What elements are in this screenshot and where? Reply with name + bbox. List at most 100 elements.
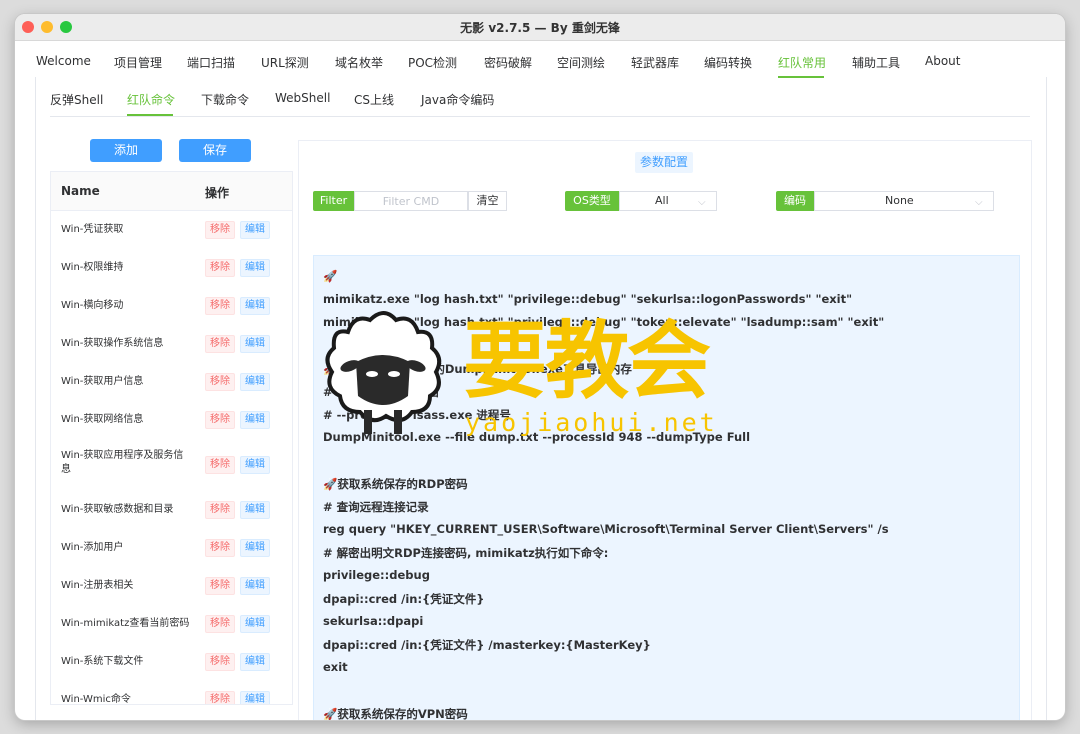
table-row[interactable]: Win-mimikatz查看当前密码 移除 编辑 xyxy=(51,605,292,644)
row-name: Win-获取应用程序及服务信息 xyxy=(61,450,184,475)
table-row[interactable]: Win-注册表相关 移除 编辑 xyxy=(51,567,292,606)
tab-about[interactable]: About xyxy=(925,54,960,68)
edit-button[interactable]: 编辑 xyxy=(240,539,270,557)
main-tabs: Welcome 项目管理 端口扫描 URL探测 域名枚举 POC检测 密码破解 … xyxy=(15,48,1065,78)
tab-aux-tools[interactable]: 辅助工具 xyxy=(852,54,900,71)
tab-welcome[interactable]: Welcome xyxy=(36,54,91,68)
command-line: privilege::debug xyxy=(323,568,430,582)
tab-space-mapping[interactable]: 空间测绘 xyxy=(557,54,605,71)
row-name: Win-权限维持 xyxy=(61,262,124,273)
row-name: Win-凭证获取 xyxy=(61,224,124,235)
remove-button[interactable]: 移除 xyxy=(205,691,235,704)
edit-button[interactable]: 编辑 xyxy=(240,411,270,429)
tab-poc-check[interactable]: POC检测 xyxy=(408,54,457,71)
table-row[interactable]: Win-获取用户信息 移除 编辑 xyxy=(51,363,292,402)
subtabs-divider xyxy=(50,116,1030,117)
row-name: Win-获取用户信息 xyxy=(61,376,144,387)
column-action: 操作 xyxy=(205,186,230,200)
edit-button[interactable]: 编辑 xyxy=(240,335,270,353)
remove-button[interactable]: 移除 xyxy=(205,577,235,595)
row-name: Win-注册表相关 xyxy=(61,580,134,591)
table-row[interactable]: Win-权限维持 移除 编辑 xyxy=(51,249,292,288)
edit-button[interactable]: 编辑 xyxy=(240,653,270,671)
remove-button[interactable]: 移除 xyxy=(205,297,235,315)
row-name: Win-横向移动 xyxy=(61,300,124,311)
table-row[interactable]: Win-横向移动 移除 编辑 xyxy=(51,287,292,326)
clear-button[interactable]: 清空 xyxy=(468,191,507,211)
remove-button[interactable]: 移除 xyxy=(205,221,235,239)
row-name: Win-mimikatz查看当前密码 xyxy=(61,618,190,629)
row-name: Win-Wmic命令 xyxy=(61,694,131,705)
tab-password-crack[interactable]: 密码破解 xyxy=(484,54,532,71)
remove-button[interactable]: 移除 xyxy=(205,615,235,633)
row-name: Win-获取敏感数据和目录 xyxy=(61,504,174,515)
os-type-select[interactable]: All ⌵ xyxy=(619,191,717,211)
param-config-button[interactable]: 参数配置 xyxy=(635,152,694,173)
remove-button[interactable]: 移除 xyxy=(205,259,235,277)
tab-port-scan[interactable]: 端口扫描 xyxy=(187,54,235,71)
edit-button[interactable]: 编辑 xyxy=(240,577,270,595)
watermark-text: 要教会 xyxy=(463,311,711,410)
command-line: # 解密出明文RDP连接密码, mimikatz执行如下命令: xyxy=(323,546,609,560)
encoding-value: None xyxy=(885,194,914,207)
table-row[interactable]: Win-获取敏感数据和目录 移除 编辑 xyxy=(51,491,292,530)
command-line: sekurlsa::dpapi xyxy=(323,614,424,628)
edit-button[interactable]: 编辑 xyxy=(240,259,270,277)
edit-button[interactable]: 编辑 xyxy=(240,501,270,519)
remove-button[interactable]: 移除 xyxy=(205,539,235,557)
command-line: # 查询远程连接记录 xyxy=(323,500,429,514)
os-type-label: OS类型 xyxy=(565,191,619,211)
edit-button[interactable]: 编辑 xyxy=(240,373,270,391)
tab-project-management[interactable]: 项目管理 xyxy=(114,54,162,71)
table-row[interactable]: Win-获取应用程序及服务信息 移除 编辑 xyxy=(51,439,292,492)
encoding-select[interactable]: None ⌵ xyxy=(814,191,994,211)
remove-button[interactable]: 移除 xyxy=(205,373,235,391)
add-button[interactable]: 添加 xyxy=(90,139,162,162)
row-name: Win-添加用户 xyxy=(61,542,124,553)
command-line: reg query "HKEY_CURRENT_USER\Software\Mi… xyxy=(323,522,889,536)
subtab-webshell[interactable]: WebShell xyxy=(275,91,330,105)
edit-button[interactable]: 编辑 xyxy=(240,297,270,315)
table-row[interactable]: Win-凭证获取 移除 编辑 xyxy=(51,211,292,250)
tab-red-team[interactable]: 红队常用 xyxy=(778,54,826,71)
remove-button[interactable]: 移除 xyxy=(205,456,235,474)
encoding-label: 编码 xyxy=(776,191,814,211)
subtab-reverse-shell[interactable]: 反弹Shell xyxy=(50,91,103,108)
watermark-sheep-logo xyxy=(320,292,446,440)
subtab-download-commands[interactable]: 下载命令 xyxy=(201,91,249,108)
table-row[interactable]: Win-获取网络信息 移除 编辑 xyxy=(51,401,292,440)
remove-button[interactable]: 移除 xyxy=(205,653,235,671)
remove-button[interactable]: 移除 xyxy=(205,411,235,429)
edit-button[interactable]: 编辑 xyxy=(240,615,270,633)
chevron-down-icon: ⌵ xyxy=(975,197,983,208)
filter-label: Filter xyxy=(313,191,354,211)
row-name: Win-系统下载文件 xyxy=(61,656,144,667)
row-name: Win-获取操作系统信息 xyxy=(61,338,164,349)
column-name: Name xyxy=(61,184,100,198)
command-line: exit xyxy=(323,660,348,674)
edit-button[interactable]: 编辑 xyxy=(240,456,270,474)
os-type-value: All xyxy=(655,194,669,207)
table-row[interactable]: Win-Wmic命令 移除 编辑 xyxy=(51,681,292,705)
subtab-red-team-commands[interactable]: 红队命令 xyxy=(127,91,175,108)
tab-domain-enum[interactable]: 域名枚举 xyxy=(335,54,383,71)
edit-button[interactable]: 编辑 xyxy=(240,691,270,704)
save-button[interactable]: 保存 xyxy=(179,139,251,162)
title-bar: 无影 v2.7.5 — By 重剑无锋 xyxy=(15,14,1065,41)
tab-encoding[interactable]: 编码转换 xyxy=(704,54,752,71)
table-row[interactable]: Win-系统下载文件 移除 编辑 xyxy=(51,643,292,682)
tab-light-arsenal[interactable]: 轻武器库 xyxy=(631,54,679,71)
table-row[interactable]: Win-获取操作系统信息 移除 编辑 xyxy=(51,325,292,364)
tab-url-probe[interactable]: URL探测 xyxy=(261,54,309,71)
subtab-java-encoding[interactable]: Java命令编码 xyxy=(421,91,494,108)
subtab-cs-online[interactable]: CS上线 xyxy=(354,91,394,108)
row-name: Win-获取网络信息 xyxy=(61,414,144,425)
remove-button[interactable]: 移除 xyxy=(205,335,235,353)
filter-input[interactable] xyxy=(354,191,468,211)
command-line: 🚀获取系统保存的VPN密码 xyxy=(323,707,468,720)
remove-button[interactable]: 移除 xyxy=(205,501,235,519)
edit-button[interactable]: 编辑 xyxy=(240,221,270,239)
table-row[interactable]: Win-添加用户 移除 编辑 xyxy=(51,529,292,568)
command-line: 🚀获取系统保存的RDP密码 xyxy=(323,477,468,491)
command-line: dpapi::cred /in:{凭证文件} xyxy=(323,592,485,606)
